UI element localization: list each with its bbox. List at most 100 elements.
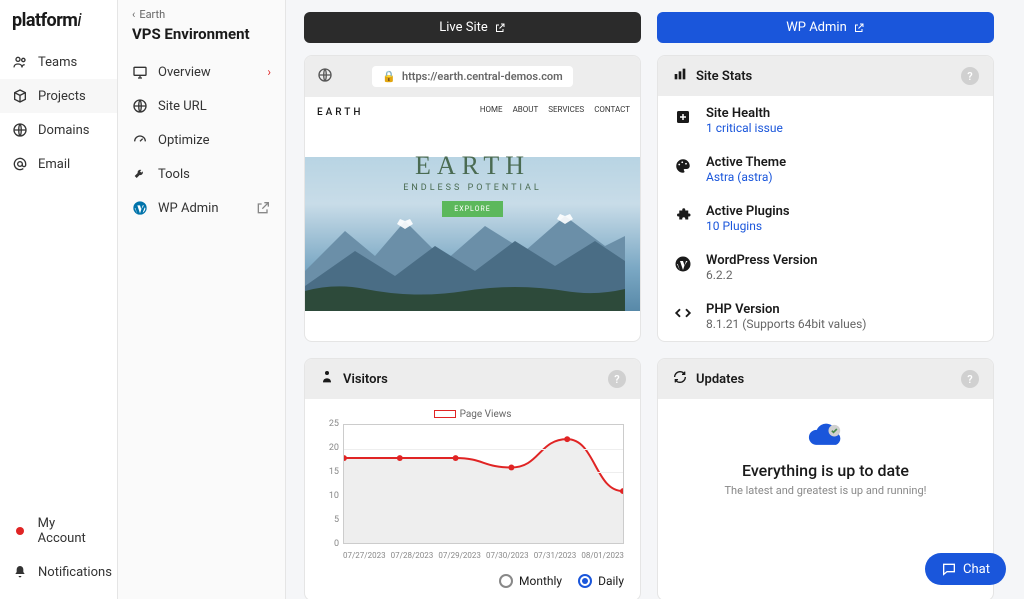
globe-icon (12, 122, 28, 138)
page-title: VPS Environment (118, 25, 285, 55)
code-icon (674, 304, 692, 322)
breadcrumb-back[interactable]: ‹ Earth (118, 0, 285, 25)
live-site-button[interactable]: Live Site (304, 12, 641, 43)
mountain-illustration (305, 191, 625, 311)
nav-site-url[interactable]: Site URL (118, 89, 285, 123)
stat-active-theme: Active ThemeAstra (astra) (658, 145, 993, 194)
globe-icon (132, 98, 148, 114)
monitor-icon (132, 64, 148, 80)
chat-label: Chat (963, 562, 990, 577)
chevron-right-icon: › (267, 65, 271, 79)
plus-square-icon (674, 108, 692, 126)
stat-label: Active Theme (706, 155, 786, 170)
nav-label: Optimize (158, 133, 209, 148)
nav-label: Tools (158, 167, 190, 182)
preview-hero-title: EARTH (305, 151, 640, 181)
stats-body: Site Health1 critical issue Active Theme… (658, 96, 993, 341)
period-controls: Monthly Daily (305, 566, 640, 599)
gauge-icon (132, 132, 148, 148)
stats-icon (672, 66, 688, 86)
url-display[interactable]: 🔒 https://earth.central-demos.com (372, 66, 572, 87)
main-content: Live Site WP Admin 🔒 https://earth.centr… (286, 0, 1024, 599)
avatar-icon (12, 523, 28, 539)
at-icon (12, 156, 28, 172)
updates-body: Everything is up to date The latest and … (658, 399, 993, 517)
wordpress-icon (132, 200, 148, 216)
cube-icon (12, 88, 28, 104)
nav-label: Teams (38, 55, 77, 70)
external-link-icon (853, 22, 865, 34)
url-text: https://earth.central-demos.com (402, 70, 563, 83)
stat-label: Active Plugins (706, 204, 790, 219)
nav-label: Notifications (38, 565, 112, 580)
stat-label: WordPress Version (706, 253, 817, 268)
nav-label: My Account (38, 516, 105, 546)
nav-overview[interactable]: Overview › (118, 55, 285, 89)
period-monthly[interactable]: Monthly (499, 574, 562, 588)
help-icon[interactable]: ? (961, 67, 979, 85)
logo: platformi (0, 0, 117, 41)
preview-nav: HOME ABOUT SERVICES CONTACT (480, 105, 630, 114)
nav-projects[interactable]: Projects (0, 79, 117, 113)
card-title: Visitors (343, 372, 388, 387)
button-label: Live Site (439, 20, 488, 35)
nav-notifications[interactable]: Notifications (0, 555, 117, 589)
nav-teams[interactable]: Teams (0, 45, 117, 79)
primary-nav: Teams Projects Domains Email (0, 41, 117, 507)
button-label: WP Admin (786, 20, 847, 35)
radio-icon (578, 574, 592, 588)
nav-tools[interactable]: Tools (118, 157, 285, 191)
nav-wp-admin[interactable]: WP Admin (118, 191, 285, 225)
secondary-sidebar: ‹ Earth VPS Environment Overview › Site … (118, 0, 286, 599)
stat-wp-version: WordPress Version6.2.2 (658, 243, 993, 292)
wordpress-icon (674, 255, 692, 273)
site-stats-card: Site Stats ? Site Health1 critical issue… (657, 55, 994, 342)
stat-label: PHP Version (706, 302, 866, 317)
stat-active-plugins: Active Plugins10 Plugins (658, 194, 993, 243)
radio-icon (499, 574, 513, 588)
wp-admin-button[interactable]: WP Admin (657, 12, 994, 43)
stat-value[interactable]: 10 Plugins (706, 219, 790, 233)
wrench-icon (132, 166, 148, 182)
person-icon (319, 369, 335, 389)
secondary-nav: Overview › Site URL Optimize Tools WP Ad… (118, 55, 285, 225)
stat-value: 6.2.2 (706, 268, 817, 282)
nav-label: Overview (158, 65, 211, 80)
stat-site-health: Site Health1 critical issue (658, 96, 993, 145)
help-icon[interactable]: ? (608, 370, 626, 388)
stat-value[interactable]: Astra (astra) (706, 170, 786, 184)
bottom-nav: My Account Notifications (0, 507, 117, 599)
external-link-icon (494, 22, 506, 34)
nav-label: Site URL (158, 99, 207, 114)
primary-sidebar: platformi Teams Projects Domains Email (0, 0, 118, 599)
updates-headline: Everything is up to date (678, 461, 973, 480)
period-daily[interactable]: Daily (578, 574, 624, 588)
external-link-icon (255, 200, 271, 216)
stat-value[interactable]: 1 critical issue (706, 121, 783, 135)
nav-label: WP Admin (158, 201, 219, 216)
site-preview-card: 🔒 https://earth.central-demos.com EARTH … (304, 55, 641, 342)
chart-legend: Page Views (321, 409, 624, 420)
globe-icon (317, 67, 333, 87)
lock-icon: 🔒 (382, 70, 396, 83)
visitors-chart: Page Views 0510152025 07/27/202307/28/20… (305, 399, 640, 566)
users-icon (12, 54, 28, 70)
logo-text: platform (12, 10, 77, 31)
nav-my-account[interactable]: My Account (0, 507, 117, 555)
chat-button[interactable]: Chat (925, 553, 1006, 585)
visitors-card: Visitors ? Page Views 0510152025 07/27/2… (304, 358, 641, 599)
updates-subtext: The latest and greatest is up and runnin… (678, 484, 973, 497)
palette-icon (674, 157, 692, 175)
help-icon[interactable]: ? (961, 370, 979, 388)
nav-domains[interactable]: Domains (0, 113, 117, 147)
nav-optimize[interactable]: Optimize (118, 123, 285, 157)
stat-value: 8.1.21 (Supports 64bit values) (706, 317, 866, 331)
logo-accent: i (77, 10, 81, 31)
nav-label: Domains (38, 123, 89, 138)
nav-email[interactable]: Email (0, 147, 117, 181)
cloud-check-icon (806, 419, 846, 451)
nav-label: Projects (38, 89, 86, 104)
site-screenshot: EARTH HOME ABOUT SERVICES CONTACT EARTH … (305, 97, 640, 311)
chevron-left-icon: ‹ (132, 8, 135, 21)
nav-label: Email (38, 157, 70, 172)
